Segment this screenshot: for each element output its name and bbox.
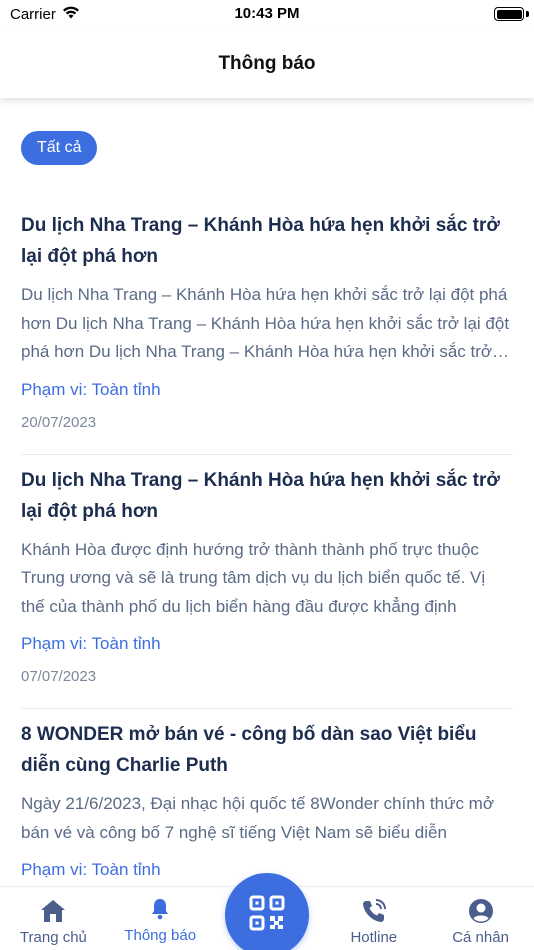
notification-title: Du lịch Nha Trang – Khánh Hòa hứa hẹn kh… [21,215,500,267]
tab-qr[interactable] [214,873,321,950]
status-time: 10:43 PM [234,5,300,22]
phone-icon [360,897,388,925]
navigation-bar: Thông báo [0,30,534,98]
notification-date: 07/07/2023 [21,668,97,685]
notification-body: Du lịch Nha Trang – Khánh Hòa hứa hẹn kh… [21,285,510,361]
notification-item[interactable]: 8 WONDER mở bán vé - công bố dàn sao Việ… [21,709,513,886]
tab-notifications-label: Thông báo [124,927,197,944]
notification-item[interactable]: Du lịch Nha Trang – Khánh Hòa hứa hẹn kh… [21,455,513,709]
notification-scope: Phạm vi: Toàn tỉnh [21,379,161,399]
notification-title: Du lịch Nha Trang – Khánh Hòa hứa hẹn kh… [21,469,500,522]
notification-scope: Phạm vi: Toàn tỉnh [21,634,161,653]
tab-home-label: Trang chủ [19,929,87,946]
bell-icon [146,895,174,923]
battery-cap [526,11,529,17]
tab-home[interactable]: Trang chủ [0,887,107,950]
notification-list: Du lịch Nha Trang – Khánh Hòa hứa hẹn kh… [21,200,513,886]
tab-notifications[interactable]: Thông báo [107,887,214,950]
tab-profile-label: Cá nhân [452,929,509,946]
qr-scan-button[interactable] [224,873,309,950]
tab-profile[interactable]: Cá nhân [427,887,534,950]
notification-item[interactable]: Du lịch Nha Trang – Khánh Hòa hứa hẹn kh… [21,200,513,455]
status-bar: Carrier 10:43 PM [0,0,534,30]
qr-code-icon [248,894,286,936]
notification-body: Ngày 21/6/2023, Đại nhạc hội quốc tế 8Wo… [21,794,494,842]
notification-date: 20/07/2023 [21,413,97,431]
user-icon [467,897,495,925]
notification-title: 8 WONDER mở bán vé - công bố dàn sao Việ… [21,724,477,776]
tab-hotline-label: Hotline [350,929,398,946]
home-icon [39,897,67,925]
filter-chip-all[interactable]: Tất cả [21,131,98,165]
screen: Carrier 10:43 PM Thông báo Tất cả Du lịc… [0,0,534,950]
tab-bar: Trang chủ Thông báo Hotline Cá nhân [0,873,534,950]
notification-body: Khánh Hòa được định hướng trở thành thàn… [21,539,486,616]
page-title: Thông báo [218,53,316,74]
notification-content[interactable]: Tất cả Du lịch Nha Trang – Khánh Hòa hứa… [0,98,534,886]
battery-icon [494,7,524,21]
tab-hotline[interactable]: Hotline [320,887,427,950]
